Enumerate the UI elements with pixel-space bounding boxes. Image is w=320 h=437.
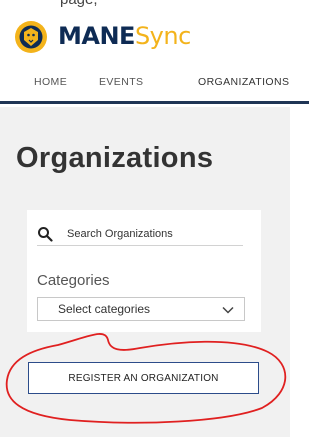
page-title: Organizations <box>16 142 214 174</box>
search-field <box>37 224 243 246</box>
search-icon[interactable] <box>37 226 53 242</box>
brand-name-light: Sync <box>134 22 191 50</box>
cropped-text-fragment: page, <box>60 0 98 8</box>
tab-events[interactable]: EVENTS <box>99 72 143 102</box>
categories-select[interactable]: Select categories <box>37 297 245 321</box>
chevron-down-icon <box>222 306 234 314</box>
categories-select-value: Select categories <box>58 302 151 316</box>
main-nav: HOME EVENTS ORGANIZATIONS <box>0 62 310 104</box>
tab-organizations[interactable]: ORGANIZATIONS <box>198 72 310 104</box>
filter-card: Categories Select categories <box>27 210 261 332</box>
brand-name-bold: MANE <box>58 22 135 50</box>
lion-logo-icon[interactable] <box>12 20 50 54</box>
search-input[interactable] <box>67 225 241 243</box>
register-organization-button[interactable]: REGISTER AN ORGANIZATION <box>28 362 259 394</box>
brand-wordmark[interactable]: MANESync <box>58 22 191 51</box>
tab-home[interactable]: HOME <box>34 72 67 102</box>
categories-label: Categories <box>37 272 110 289</box>
